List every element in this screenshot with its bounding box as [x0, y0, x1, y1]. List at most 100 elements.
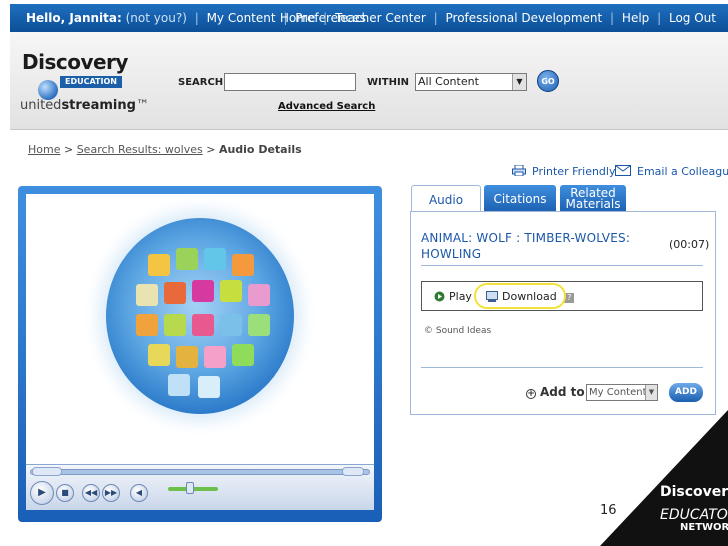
- volume-handle[interactable]: [186, 482, 194, 494]
- nav-separator: |: [610, 11, 615, 25]
- breadcrumb-separator: >: [202, 143, 219, 156]
- sphere-tile: [204, 248, 226, 270]
- nav-teacher-center[interactable]: Teacher Center: [335, 11, 426, 25]
- divider: [421, 367, 703, 368]
- logo-brand: Discovery: [22, 50, 128, 74]
- media-player: ▶ ■ ◀◀ ▶▶ ◀: [18, 186, 382, 522]
- advanced-search-link[interactable]: Advanced Search: [278, 101, 375, 112]
- seek-bar[interactable]: [30, 469, 370, 475]
- play-label: Play: [449, 290, 472, 303]
- corner-logo-line3: NETWORK: [680, 522, 728, 533]
- seek-handle-right[interactable]: [342, 467, 364, 476]
- sphere-tile: [220, 280, 242, 302]
- nav-professional-development[interactable]: Professional Development: [446, 11, 603, 25]
- printer-friendly-label: Printer Friendly: [532, 165, 616, 178]
- unitedstreaming-logo[interactable]: Discovery EDUCATION unitedstreaming™: [20, 50, 149, 113]
- sphere-tile: [198, 376, 220, 398]
- breadcrumb-current: Audio Details: [218, 143, 302, 156]
- nav-help[interactable]: Help: [622, 11, 649, 25]
- sphere-tile: [164, 282, 186, 304]
- logo-product-prefix: united: [20, 98, 62, 113]
- media-sphere-visual: [106, 218, 294, 414]
- breadcrumb-home[interactable]: Home: [28, 143, 60, 156]
- chevron-down-icon[interactable]: ▼: [512, 74, 526, 90]
- mute-button[interactable]: ◀: [130, 484, 148, 502]
- email-colleague-link[interactable]: Email a Colleague: [615, 165, 728, 178]
- top-nav-right: Home | Teacher Center | Professional Dev…: [280, 11, 716, 25]
- printer-icon: [512, 165, 526, 176]
- sphere-tile: [176, 346, 198, 368]
- audio-duration: (00:07): [669, 238, 710, 251]
- plus-circle-icon: +: [526, 389, 536, 399]
- previous-button[interactable]: ◀◀: [82, 484, 100, 502]
- sphere-tile: [148, 254, 170, 276]
- speaker-icon: ◀: [135, 488, 143, 497]
- add-to-label: + Add to: [526, 385, 585, 399]
- not-you-link[interactable]: (not you?): [126, 11, 187, 25]
- fast-forward-icon: ▶▶: [104, 488, 118, 497]
- audio-credit: © Sound Ideas: [424, 326, 492, 336]
- play-circle-icon: [434, 291, 445, 302]
- top-nav-bar: Hello, Jannita: (not you?) | My Content …: [10, 4, 728, 32]
- envelope-icon: [615, 165, 631, 176]
- divider: [421, 265, 703, 266]
- nav-home[interactable]: Home: [280, 11, 315, 25]
- nav-separator: |: [323, 11, 328, 25]
- search-input[interactable]: [224, 73, 356, 91]
- add-to-text: Add to: [540, 385, 585, 399]
- sphere-tile: [176, 248, 198, 270]
- tab-audio[interactable]: Audio: [411, 185, 481, 213]
- nav-separator: |: [433, 11, 438, 25]
- tab-related-line2: Materials: [565, 197, 621, 211]
- within-select[interactable]: All Content ▼: [415, 73, 527, 91]
- audio-title: ANIMAL: WOLF : TIMBER-WOLVES: HOWLING: [421, 231, 631, 261]
- add-to-select[interactable]: My Content ▼: [586, 384, 658, 401]
- greeting-text: Hello, Jannita:: [26, 11, 122, 25]
- corner-logo-line2: EDUCATOR: [660, 507, 728, 523]
- logo-product: unitedstreaming™: [20, 98, 149, 113]
- download-highlight-ring: [474, 283, 566, 309]
- nav-separator: |: [657, 11, 662, 25]
- breadcrumb-separator: >: [60, 143, 77, 156]
- add-button[interactable]: ADD: [669, 383, 703, 402]
- sphere-tile: [164, 314, 186, 336]
- player-control-bar: ▶ ■ ◀◀ ▶▶ ◀: [26, 464, 374, 510]
- within-select-value: All Content: [418, 75, 479, 88]
- player-screen[interactable]: [26, 194, 374, 464]
- go-button[interactable]: GO: [537, 70, 559, 92]
- sphere-tile: [148, 344, 170, 366]
- play-icon: ▶: [38, 487, 46, 498]
- sphere-tile: [168, 374, 190, 396]
- next-button[interactable]: ▶▶: [102, 484, 120, 502]
- stop-button[interactable]: ■: [56, 484, 74, 502]
- play-audio-link[interactable]: Play: [434, 290, 472, 303]
- breadcrumb: Home > Search Results: wolves > Audio De…: [28, 143, 302, 156]
- sphere-tile: [232, 344, 254, 366]
- sphere-tile: [220, 314, 242, 336]
- header: Discovery EDUCATION unitedstreaming™ SEA…: [10, 32, 728, 130]
- sphere-tile: [192, 314, 214, 336]
- tab-related-materials[interactable]: Related Materials: [560, 185, 626, 213]
- logo-product-bold: streaming: [61, 98, 136, 113]
- tab-citations[interactable]: Citations: [484, 185, 556, 213]
- stop-icon: ■: [61, 488, 69, 497]
- rewind-icon: ◀◀: [84, 488, 98, 497]
- within-label: WITHIN: [367, 77, 410, 88]
- printer-friendly-link[interactable]: Printer Friendly: [512, 165, 615, 178]
- sphere-tile: [204, 346, 226, 368]
- breadcrumb-search-results[interactable]: Search Results: wolves: [77, 143, 203, 156]
- nav-log-out[interactable]: Log Out: [669, 11, 716, 25]
- play-button[interactable]: ▶: [30, 481, 54, 505]
- sphere-tile: [136, 284, 158, 306]
- logo-trademark: ™: [135, 98, 149, 113]
- sphere-tile: [248, 314, 270, 336]
- search-label: SEARCH: [178, 77, 224, 88]
- sphere-tile: [136, 314, 158, 336]
- email-colleague-label: Email a Colleague: [637, 165, 728, 178]
- chevron-down-icon[interactable]: ▼: [645, 385, 657, 400]
- nav-my-content[interactable]: My Content: [207, 11, 276, 25]
- corner-logo-line1: Discovery: [660, 484, 728, 500]
- seek-handle-left[interactable]: [32, 467, 62, 476]
- sphere-tile: [192, 280, 214, 302]
- logo-brand-sub: EDUCATION: [60, 76, 122, 88]
